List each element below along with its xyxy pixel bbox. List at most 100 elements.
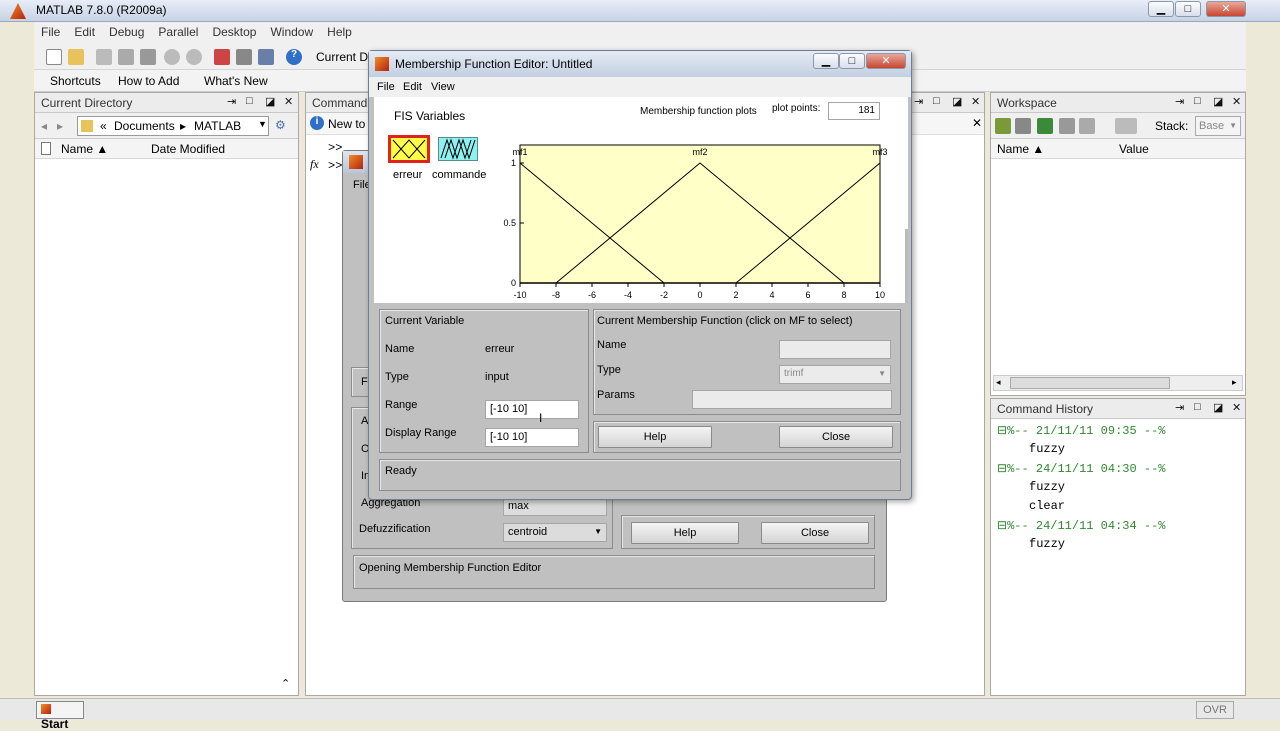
- fis-close-button[interactable]: Close: [761, 522, 869, 544]
- mf-maximize-button[interactable]: □: [839, 53, 865, 69]
- history-session-2[interactable]: ⊟%-- 24/11/11 04:30 --%: [997, 461, 1166, 476]
- print-icon[interactable]: [1059, 118, 1075, 134]
- ws-close-icon[interactable]: ✕: [1232, 95, 1241, 108]
- menu-debug[interactable]: Debug: [102, 22, 151, 42]
- history-cmd-2[interactable]: fuzzy: [1029, 480, 1065, 494]
- mf-vscrollbar[interactable]: [905, 229, 908, 303]
- menu-window[interactable]: Window: [263, 22, 320, 42]
- ch-minimize-icon[interactable]: ◪: [1213, 401, 1223, 414]
- import-data-icon[interactable]: [1015, 118, 1031, 134]
- history-cmd-3[interactable]: clear: [1029, 499, 1065, 513]
- ch-close-icon[interactable]: ✕: [1232, 401, 1241, 414]
- collapse-icon[interactable]: ⊟: [997, 462, 1007, 476]
- cw-info-text[interactable]: New to: [328, 117, 365, 131]
- history-session-1[interactable]: ⊟%-- 21/11/11 09:35 --%: [997, 423, 1166, 438]
- plot-points-input[interactable]: 181: [828, 102, 880, 120]
- menu-parallel[interactable]: Parallel: [151, 22, 205, 42]
- save-workspace-icon[interactable]: [1037, 118, 1053, 134]
- mf-params-input[interactable]: [692, 390, 892, 409]
- undo-icon[interactable]: [164, 49, 180, 65]
- help-icon[interactable]: ?: [286, 49, 302, 65]
- ws-undock-icon[interactable]: ⇥: [1175, 95, 1184, 108]
- mf-minimize-button[interactable]: ▁: [813, 53, 839, 69]
- open-folder-icon[interactable]: [68, 49, 84, 65]
- stack-select[interactable]: Base ▼: [1195, 116, 1241, 136]
- path-seg-3[interactable]: MATLAB: [194, 119, 241, 133]
- cw-info-close-icon[interactable]: ✕: [972, 116, 982, 130]
- mf-plot[interactable]: -10-8-6-4-2024681000.51mf1mf2mf3input va…: [484, 125, 904, 301]
- collapse-icon[interactable]: ⊟: [997, 519, 1007, 533]
- maximize-button[interactable]: □: [1175, 1, 1201, 17]
- ch-undock-icon[interactable]: ⇥: [1175, 401, 1184, 414]
- cw-close-icon[interactable]: ✕: [971, 95, 980, 108]
- cw-maximize-icon[interactable]: □: [933, 95, 940, 107]
- path-dropdown-icon[interactable]: ▼: [258, 119, 267, 129]
- minimize-button[interactable]: ▁: [1148, 1, 1174, 17]
- col-date-modified[interactable]: Date Modified: [151, 142, 225, 156]
- mf-dialog-close-button[interactable]: Close: [779, 426, 893, 448]
- profiler-icon[interactable]: [258, 49, 274, 65]
- mf-menu-file[interactable]: File: [377, 81, 395, 93]
- whats-new-link[interactable]: What's New: [204, 74, 268, 88]
- ws-minimize-icon[interactable]: ◪: [1213, 95, 1223, 108]
- mf-type-select[interactable]: trimf ▼: [779, 365, 891, 384]
- how-to-add-link[interactable]: How to Add: [118, 74, 179, 88]
- menu-file[interactable]: File: [34, 22, 67, 42]
- scroll-left-icon[interactable]: ◂: [996, 377, 1001, 388]
- menu-help[interactable]: Help: [320, 22, 359, 42]
- cut-icon[interactable]: [96, 49, 112, 65]
- paste-icon[interactable]: [140, 49, 156, 65]
- mf-menu-view[interactable]: View: [431, 81, 455, 93]
- new-variable-icon[interactable]: [995, 118, 1011, 134]
- scroll-right-icon[interactable]: ▸: [1232, 377, 1237, 388]
- start-button[interactable]: Start: [36, 701, 84, 731]
- defuzz-dropdown-icon[interactable]: ▼: [594, 527, 602, 536]
- mf-help-button[interactable]: Help: [598, 426, 712, 448]
- ws-col-value[interactable]: Value: [1119, 142, 1149, 156]
- cw-minimize-icon[interactable]: ◪: [952, 95, 962, 108]
- gear-icon[interactable]: ⚙: [275, 118, 286, 132]
- close-panel-icon[interactable]: ✕: [284, 95, 293, 108]
- simulink-icon[interactable]: [214, 49, 230, 65]
- path-seg-1[interactable]: Documents: [114, 119, 175, 133]
- guide-icon[interactable]: [236, 49, 252, 65]
- undock-icon[interactable]: ⇥: [227, 95, 236, 108]
- shortcuts-link[interactable]: Shortcuts: [50, 74, 101, 88]
- mf-name-input[interactable]: [779, 340, 891, 359]
- ws-maximize-icon[interactable]: □: [1194, 95, 1201, 107]
- history-cmd-4[interactable]: fuzzy: [1029, 537, 1065, 551]
- scroll-up-icon[interactable]: ⌃: [281, 677, 290, 690]
- cw-undock-icon[interactable]: ⇥: [914, 95, 923, 108]
- close-window-button[interactable]: ✕: [1206, 1, 1246, 17]
- mf-menu-edit[interactable]: Edit: [403, 81, 422, 93]
- scroll-thumb[interactable]: [1010, 377, 1170, 389]
- variable-erreur-label[interactable]: erreur: [393, 169, 422, 181]
- ch-maximize-icon[interactable]: □: [1194, 401, 1201, 413]
- maximize-panel-icon[interactable]: □: [246, 95, 253, 107]
- collapse-icon[interactable]: ⊟: [997, 424, 1007, 438]
- display-range-input[interactable]: [-10 10]: [485, 428, 579, 447]
- delete-icon[interactable]: [1079, 118, 1095, 134]
- history-session-3[interactable]: ⊟%-- 24/11/11 04:34 --%: [997, 518, 1166, 533]
- workspace-hscrollbar[interactable]: ◂ ▸: [993, 375, 1243, 391]
- path-combobox[interactable]: « Documents ▸ MATLAB ▼: [77, 116, 269, 136]
- mf-type-dropdown-icon[interactable]: ▼: [878, 369, 886, 378]
- ws-col-name[interactable]: Name ▲: [997, 142, 1044, 156]
- menu-desktop[interactable]: Desktop: [205, 22, 263, 42]
- variable-commande-label[interactable]: commande: [432, 169, 486, 181]
- menu-edit[interactable]: Edit: [67, 22, 102, 42]
- defuzz-select[interactable]: centroid ▼: [503, 523, 607, 542]
- variable-commande-icon[interactable]: [438, 137, 478, 161]
- plot-icon[interactable]: [1115, 118, 1137, 134]
- back-arrow-icon[interactable]: ◂: [41, 119, 47, 133]
- forward-arrow-icon[interactable]: ▸: [57, 119, 63, 133]
- history-cmd-1[interactable]: fuzzy: [1029, 442, 1065, 456]
- copy-icon[interactable]: [118, 49, 134, 65]
- mf-close-button[interactable]: ✕: [866, 53, 906, 69]
- new-file-icon[interactable]: [46, 49, 62, 65]
- fis-help-button[interactable]: Help: [631, 522, 739, 544]
- redo-icon[interactable]: [186, 49, 202, 65]
- fx-icon[interactable]: fx: [310, 157, 319, 172]
- minimize-panel-icon[interactable]: ◪: [265, 95, 275, 108]
- col-name[interactable]: Name ▲: [61, 142, 108, 156]
